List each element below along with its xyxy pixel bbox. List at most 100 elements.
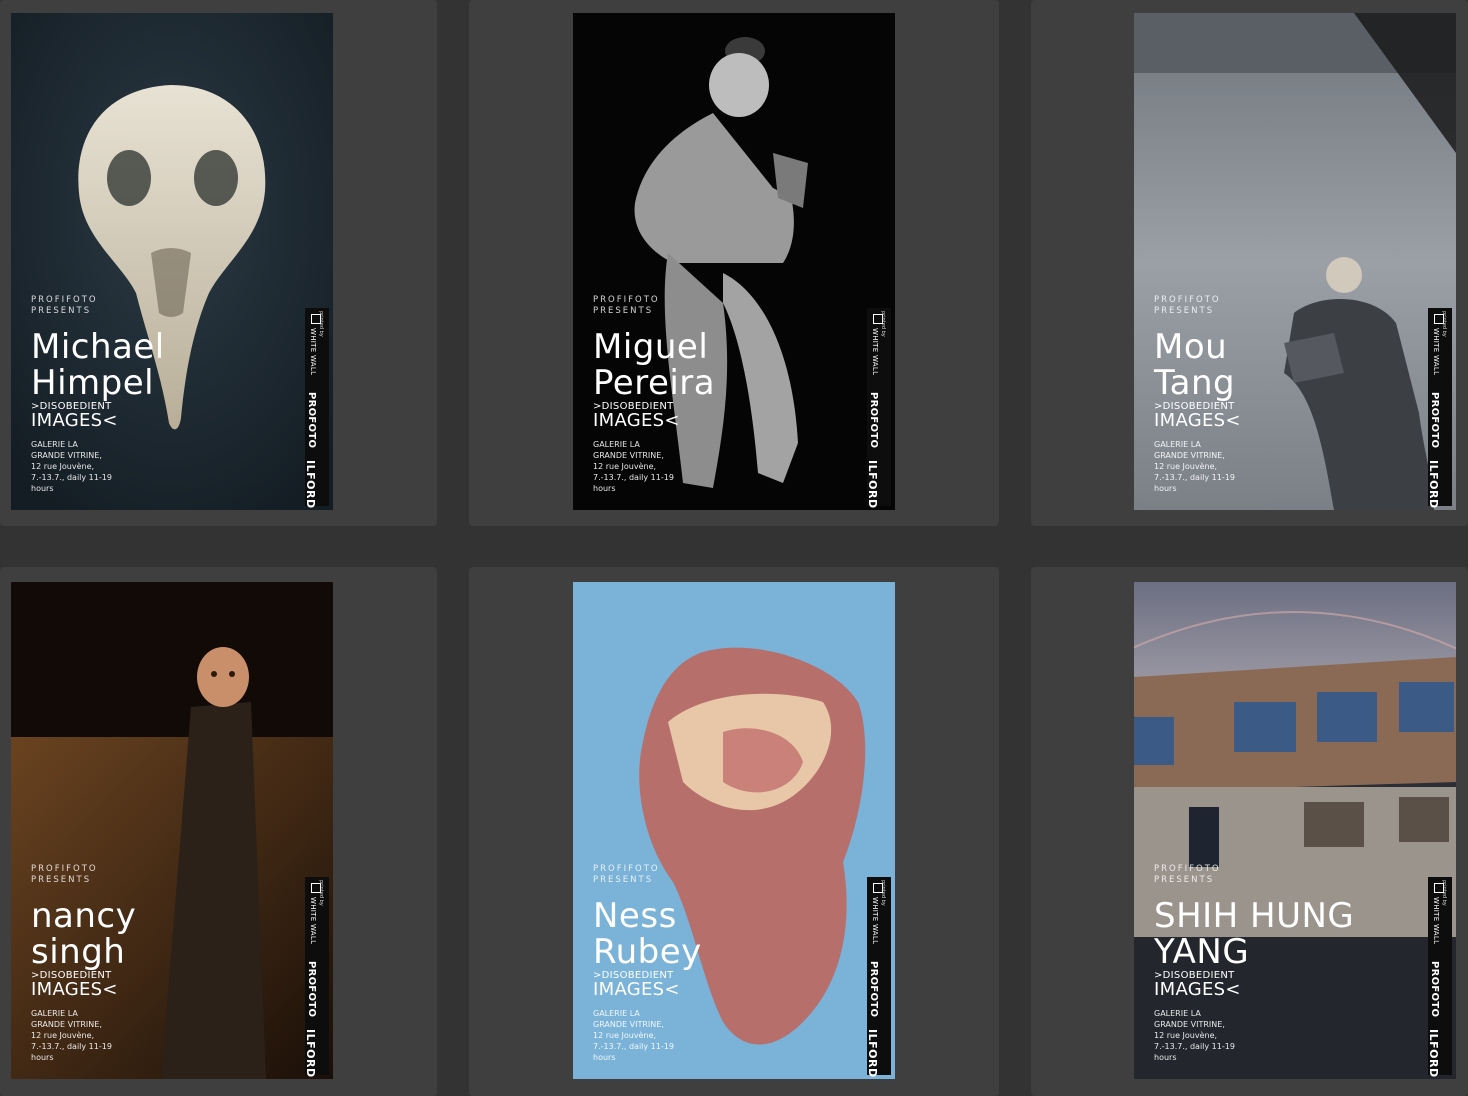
exhibition-title-line: IMAGES< — [593, 410, 680, 431]
sponsor-bar: printed by WHITE WALL PROFOTO ILFORD — [304, 308, 329, 509]
printed-by-label: printed by — [880, 311, 886, 337]
exhibition-title-line: IMAGES< — [31, 979, 118, 1000]
venue-line: 7.-13.7., daily 11-19 — [593, 473, 674, 482]
whitewall-logo: WHITE WALL — [871, 328, 879, 376]
venue-line: 12 rue Jouvène, — [1154, 1031, 1218, 1040]
stuffed-effigy-icon — [573, 13, 895, 510]
presenter-line: PRESENTS — [1154, 875, 1215, 885]
venue-line: hours — [1154, 1053, 1177, 1062]
presenter-label: PROFIFOTO PRESENTS — [593, 864, 660, 886]
poster-michael-himpel[interactable]: PROFIFOTO PRESENTS Michael Himpel >DISOB… — [11, 13, 333, 510]
presenter-line: PROFIFOTO — [1154, 295, 1221, 305]
exhibition-title-line: IMAGES< — [1154, 979, 1241, 1000]
sponsor-bar: printed by WHITE WALL PROFOTO ILFORD — [1427, 877, 1452, 1078]
whitewall-logo: WHITE WALL — [871, 897, 879, 945]
artist-name-line: nancy — [31, 896, 137, 936]
poster-nancy-singh[interactable]: PROFIFOTO PRESENTS nancy singh >DISOBEDI… — [11, 582, 333, 1079]
ilford-logo: ILFORD — [304, 460, 317, 509]
presenter-label: PROFIFOTO PRESENTS — [31, 295, 98, 317]
artist-name-line: YANG — [1154, 932, 1250, 972]
venue-line: 7.-13.7., daily 11-19 — [1154, 1042, 1235, 1051]
exhibition-title: >DISOBEDIENT IMAGES< — [593, 971, 680, 999]
artist-name-line: Rubey — [593, 932, 702, 972]
venue-line: 12 rue Jouvène, — [593, 1031, 657, 1040]
ilford-logo: ILFORD — [866, 460, 879, 509]
artist-name: Ness Rubey — [593, 898, 863, 970]
exhibition-title-line: IMAGES< — [1154, 410, 1241, 431]
venue-info: GALERIE LA GRANDE VITRINE, 12 rue Jouvèn… — [31, 439, 112, 494]
brick-building-rainbow-icon — [1134, 582, 1456, 1079]
ilford-logo: ILFORD — [304, 1029, 317, 1078]
venue-info: GALERIE LA GRANDE VITRINE, 12 rue Jouvèn… — [1154, 439, 1235, 494]
venue-line: GALERIE LA — [1154, 1009, 1201, 1018]
presenter-line: PROFIFOTO — [1154, 864, 1221, 874]
poster-ness-rubey[interactable]: PROFIFOTO PRESENTS Ness Rubey >DISOBEDIE… — [573, 582, 895, 1079]
venue-line: GRANDE VITRINE, — [31, 451, 102, 460]
profoto-logo: PROFOTO — [868, 961, 879, 1018]
venue-line: hours — [593, 1053, 616, 1062]
exhibition-title: >DISOBEDIENT IMAGES< — [1154, 402, 1241, 430]
venue-line: 7.-13.7., daily 11-19 — [31, 1042, 112, 1051]
venue-line: GRANDE VITRINE, — [1154, 1020, 1225, 1029]
whitewall-logo: WHITE WALL — [309, 897, 317, 945]
venue-line: 12 rue Jouvène, — [1154, 462, 1218, 471]
venue-line: GALERIE LA — [31, 1009, 78, 1018]
printed-by-label: printed by — [1441, 311, 1447, 337]
venue-line: hours — [593, 484, 616, 493]
ilford-logo: ILFORD — [1427, 1029, 1440, 1078]
presenter-line: PRESENTS — [1154, 306, 1215, 316]
artist-name-line: Michael — [31, 327, 165, 367]
printed-by-label: printed by — [318, 880, 324, 906]
venue-line: GALERIE LA — [593, 440, 640, 449]
poster-miguel-pereira[interactable]: PROFIFOTO PRESENTS Miguel Pereira >DISOB… — [573, 13, 895, 510]
presenter-line: PRESENTS — [593, 875, 654, 885]
artist-name: SHIH HUNG YANG — [1154, 898, 1424, 970]
venue-line: 12 rue Jouvène, — [31, 462, 95, 471]
venue-line: GRANDE VITRINE, — [1154, 451, 1225, 460]
poster-mou-tang[interactable]: PROFIFOTO PRESENTS Mou Tang >DISOBEDIENT… — [1134, 13, 1456, 510]
venue-line: 7.-13.7., daily 11-19 — [31, 473, 112, 482]
venue-line: GRANDE VITRINE, — [593, 1020, 664, 1029]
artist-name-line: Mou — [1154, 327, 1228, 367]
profoto-logo: PROFOTO — [1429, 961, 1440, 1018]
whitewall-logo: WHITE WALL — [309, 328, 317, 376]
artist-name-line: singh — [31, 932, 126, 972]
venue-line: hours — [1154, 484, 1177, 493]
venue-info: GALERIE LA GRANDE VITRINE, 12 rue Jouvèn… — [31, 1008, 112, 1063]
artist-name: Miguel Pereira — [593, 329, 863, 401]
presenter-line: PRESENTS — [593, 306, 654, 316]
bird-skull-icon — [11, 13, 333, 510]
artist-name: nancy singh — [31, 898, 301, 970]
profoto-logo: PROFOTO — [868, 392, 879, 449]
venue-line: GALERIE LA — [1154, 440, 1201, 449]
profoto-logo: PROFOTO — [306, 392, 317, 449]
artist-name-line: Ness — [593, 896, 677, 936]
sponsor-bar: printed by WHITE WALL PROFOTO ILFORD — [304, 877, 329, 1078]
sponsor-bar: printed by WHITE WALL PROFOTO ILFORD — [866, 308, 891, 509]
presenter-label: PROFIFOTO PRESENTS — [1154, 864, 1221, 886]
poster-shih-hung-yang[interactable]: PROFIFOTO PRESENTS SHIH HUNG YANG >DISOB… — [1134, 582, 1456, 1079]
boy-on-field-icon — [1134, 13, 1456, 510]
venue-line: GALERIE LA — [31, 440, 78, 449]
artist-name: Michael Himpel — [31, 329, 301, 401]
venue-line: hours — [31, 1053, 54, 1062]
poster-grid: PROFIFOTO PRESENTS Michael Himpel >DISOB… — [0, 0, 1468, 1096]
venue-info: GALERIE LA GRANDE VITRINE, 12 rue Jouvèn… — [593, 1008, 674, 1063]
whitewall-logo: WHITE WALL — [1432, 897, 1440, 945]
artist-name-line: Pereira — [593, 363, 716, 403]
ilford-logo: ILFORD — [866, 1029, 879, 1078]
exhibition-title: >DISOBEDIENT IMAGES< — [31, 971, 118, 999]
artist-name-line: Miguel — [593, 327, 709, 367]
printed-by-label: printed by — [1441, 880, 1447, 906]
artist-name-line: SHIH HUNG — [1154, 896, 1355, 936]
printed-by-label: printed by — [318, 311, 324, 337]
presenter-line: PROFIFOTO — [31, 295, 98, 305]
sponsor-bar: printed by WHITE WALL PROFOTO ILFORD — [866, 877, 891, 1078]
venue-info: GALERIE LA GRANDE VITRINE, 12 rue Jouvèn… — [593, 439, 674, 494]
exhibition-title: >DISOBEDIENT IMAGES< — [1154, 971, 1241, 999]
profoto-logo: PROFOTO — [1429, 392, 1440, 449]
artist-name-line: Himpel — [31, 363, 155, 403]
venue-info: GALERIE LA GRANDE VITRINE, 12 rue Jouvèn… — [1154, 1008, 1235, 1063]
venue-line: GALERIE LA — [593, 1009, 640, 1018]
profoto-logo: PROFOTO — [306, 961, 317, 1018]
